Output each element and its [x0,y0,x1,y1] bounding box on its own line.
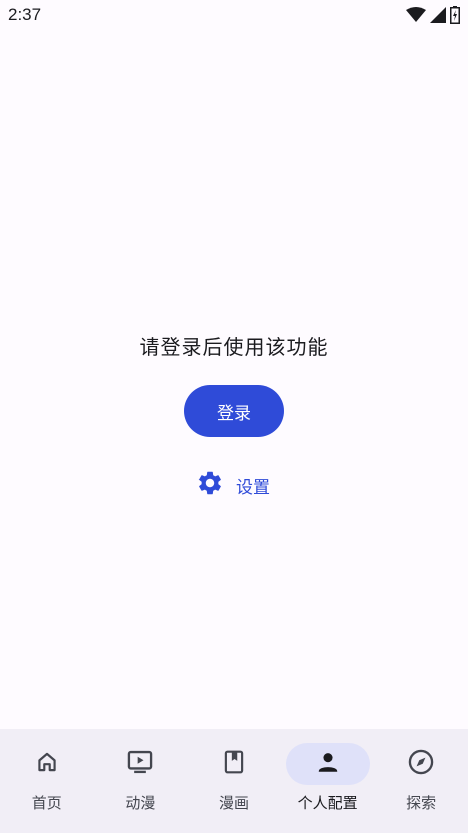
settings-label: 设置 [236,477,270,498]
nav-item-profile[interactable]: 个人配置 [281,729,375,833]
battery-icon [450,6,460,24]
login-button[interactable]: 登录 [184,385,284,437]
compass-icon [407,748,435,780]
gear-icon [196,469,224,501]
status-icons [406,6,460,24]
nav-pill [192,743,276,785]
person-icon [315,749,341,779]
nav-label-comics: 漫画 [218,794,249,812]
login-button-label: 登录 [217,403,251,424]
nav-label-profile: 个人配置 [297,794,358,812]
status-time: 2:37 [8,5,42,24]
nav-item-home[interactable]: 首页 [0,729,94,833]
signal-icon [430,7,446,23]
status-bar: 2:37 [0,0,468,32]
wifi-icon [406,7,426,23]
book-icon [221,748,247,780]
nav-pill [5,743,89,785]
nav-label-explore: 探索 [406,794,437,812]
nav-pill [379,743,463,785]
nav-item-explore[interactable]: 探索 [374,729,468,833]
home-icon [34,749,60,779]
nav-item-comics[interactable]: 漫画 [187,729,281,833]
nav-label-home: 首页 [31,794,62,812]
nav-label-anime: 动漫 [125,794,156,812]
settings-button[interactable]: 设置 [196,470,270,500]
tv-play-icon [126,748,154,780]
nav-item-anime[interactable]: 动漫 [94,729,188,833]
nav-pill [98,743,182,785]
nav-pill-active [285,743,370,785]
bottom-navigation: 首页 动漫 漫画 个人配置 探索 [0,729,468,833]
login-prompt: 请登录后使用该功能 [139,335,329,359]
